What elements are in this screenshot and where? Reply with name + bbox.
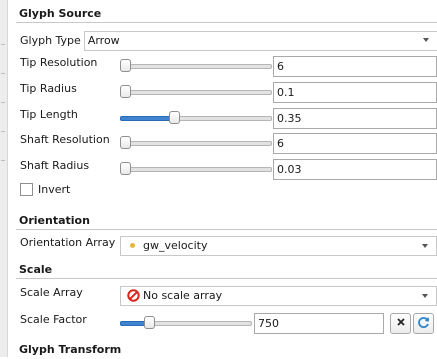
chevron-down-icon	[423, 38, 429, 42]
left-panel-edge	[0, 0, 8, 357]
tip-length-slider[interactable]	[120, 110, 272, 126]
tip-resolution-input[interactable]: 6	[273, 56, 437, 77]
shaft-resolution-slider[interactable]	[120, 135, 272, 151]
edge-tick	[1, 73, 5, 74]
shaft-resolution-label: Shaft Resolution	[20, 133, 110, 146]
invert-checkbox[interactable]	[20, 183, 33, 196]
chevron-down-icon	[422, 294, 428, 298]
orientation-array-value: gw_velocity	[143, 239, 208, 252]
glyph-source-header: Glyph Source	[16, 6, 437, 23]
shaft-radius-slider[interactable]	[120, 161, 272, 177]
glyph-transform-header: Glyph Transform	[19, 343, 122, 356]
no-entry-icon	[127, 289, 140, 308]
slider-track	[120, 64, 272, 69]
invert-label: Invert	[38, 183, 71, 196]
scale-header: Scale	[16, 262, 437, 279]
clear-scale-factor-button[interactable]	[390, 313, 411, 334]
edge-tick	[1, 131, 5, 132]
slider-handle[interactable]	[144, 316, 155, 329]
glyph-type-select[interactable]: Arrow	[83, 31, 437, 51]
scale-array-value: No scale array	[143, 289, 223, 302]
slider-track	[120, 141, 272, 146]
slider-handle[interactable]	[120, 59, 131, 72]
slider-track	[120, 167, 272, 172]
scale-factor-label: Scale Factor	[20, 313, 87, 326]
slider-handle[interactable]	[120, 162, 131, 175]
scale-factor-slider[interactable]	[120, 315, 252, 331]
tip-radius-label: Tip Radius	[20, 82, 77, 95]
edge-tick	[1, 102, 5, 103]
shaft-radius-input[interactable]: 0.03	[273, 159, 437, 180]
point-data-dot-icon	[130, 243, 135, 248]
chevron-down-icon	[422, 244, 428, 248]
slider-handle[interactable]	[169, 111, 180, 124]
close-icon	[396, 317, 406, 330]
slider-handle[interactable]	[120, 85, 131, 98]
tip-length-label: Tip Length	[20, 108, 78, 121]
orientation-array-select[interactable]: gw_velocity	[120, 236, 437, 256]
shaft-resolution-input[interactable]: 6	[273, 133, 437, 154]
scale-factor-input[interactable]: 750	[254, 313, 384, 334]
tip-resolution-label: Tip Resolution	[20, 56, 98, 69]
shaft-radius-label: Shaft Radius	[20, 159, 90, 172]
tip-radius-input[interactable]: 0.1	[273, 82, 437, 103]
slider-fill	[120, 116, 174, 121]
slider-handle[interactable]	[120, 136, 131, 149]
glyph-properties-panel: Glyph Source Glyph Type Arrow Tip Resolut…	[16, 0, 437, 357]
glyph-type-row[interactable]: Glyph Type Arrow	[16, 31, 437, 51]
orientation-array-label: Orientation Array	[20, 236, 116, 249]
reset-scale-factor-button[interactable]	[413, 313, 434, 334]
tip-radius-slider[interactable]	[120, 84, 272, 100]
edge-tick	[1, 44, 5, 45]
glyph-type-label: Glyph Type	[20, 34, 81, 47]
tip-length-input[interactable]: 0.35	[273, 108, 437, 129]
orientation-header: Orientation	[16, 213, 437, 230]
edge-tick	[1, 160, 5, 161]
reset-icon	[417, 316, 430, 332]
scale-array-label: Scale Array	[20, 286, 83, 299]
scale-array-select[interactable]: No scale array	[120, 286, 437, 306]
tip-resolution-slider[interactable]	[120, 58, 272, 74]
slider-track	[120, 90, 272, 95]
